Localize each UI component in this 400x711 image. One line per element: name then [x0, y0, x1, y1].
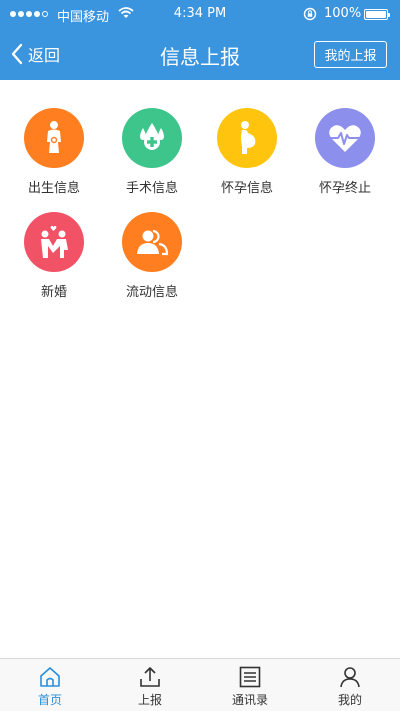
- tab-contacts[interactable]: 通讯录: [200, 659, 300, 711]
- menu-item-label: 怀孕信息: [220, 181, 273, 196]
- menu-item-pregnancy-info[interactable]: 怀孕信息: [202, 108, 292, 196]
- menu-grid: 出生信息 手术信息 怀孕信息 怀孕终止 新婚 流动信息: [0, 80, 400, 658]
- menu-icon-circle: [24, 212, 84, 272]
- app-screen: 中国移动 4:34 PM 100% 返回 信息上报 我的上报 出生信息 手术信息…: [0, 0, 400, 711]
- tab-label: 上报: [137, 693, 162, 707]
- upload-icon: [140, 667, 160, 687]
- battery-icon: [364, 9, 390, 20]
- menu-item-newlywed[interactable]: 新婚: [9, 212, 99, 300]
- pregnant-woman-icon: [241, 121, 256, 154]
- home-icon: [40, 667, 60, 687]
- menu-item-label: 流动信息: [125, 285, 178, 300]
- my-report-button[interactable]: 我的上报: [314, 41, 387, 68]
- top-bar: 中国移动 4:34 PM 100% 返回 信息上报 我的上报: [0, 0, 400, 80]
- user-icon: [340, 667, 360, 688]
- tab-mine[interactable]: 我的: [300, 659, 400, 711]
- menu-item-label: 手术信息: [125, 181, 178, 196]
- mother-baby-icon: [47, 121, 61, 153]
- newlywed-couple-icon: [41, 225, 68, 258]
- heartbeat-icon: [329, 125, 361, 152]
- rotation-lock-icon: [303, 7, 317, 21]
- nav-bar: 返回 信息上报 我的上报: [0, 28, 400, 80]
- people-group-icon: [137, 229, 169, 256]
- menu-item-pregnancy-termination[interactable]: 怀孕终止: [300, 108, 390, 196]
- menu-icon-circle: [122, 212, 182, 272]
- tab-label: 通讯录: [231, 693, 268, 707]
- status-bar: 中国移动 4:34 PM 100%: [0, 0, 400, 28]
- menu-item-label: 新婚: [40, 285, 67, 300]
- menu-icon-circle: [217, 108, 277, 168]
- menu-item-migration-info[interactable]: 流动信息: [107, 212, 197, 300]
- menu-icon-circle: [315, 108, 375, 168]
- battery-percent: 100%: [324, 6, 362, 21]
- contacts-list-icon: [239, 666, 261, 688]
- menu-item-label: 怀孕终止: [318, 181, 371, 196]
- blood-drop-cross-icon: [140, 123, 164, 150]
- tab-label: 首页: [37, 693, 62, 707]
- tab-home[interactable]: 首页: [0, 659, 100, 711]
- tab-report[interactable]: 上报: [100, 659, 200, 711]
- menu-item-label: 出生信息: [27, 181, 80, 196]
- menu-icon-circle: [24, 108, 84, 168]
- menu-icon-circle: [122, 108, 182, 168]
- tab-label: 我的: [337, 693, 362, 707]
- tab-bar: 首页 上报 通讯录 我的: [0, 658, 400, 711]
- menu-item-birth-info[interactable]: 出生信息: [9, 108, 99, 196]
- menu-item-surgery-info[interactable]: 手术信息: [107, 108, 197, 196]
